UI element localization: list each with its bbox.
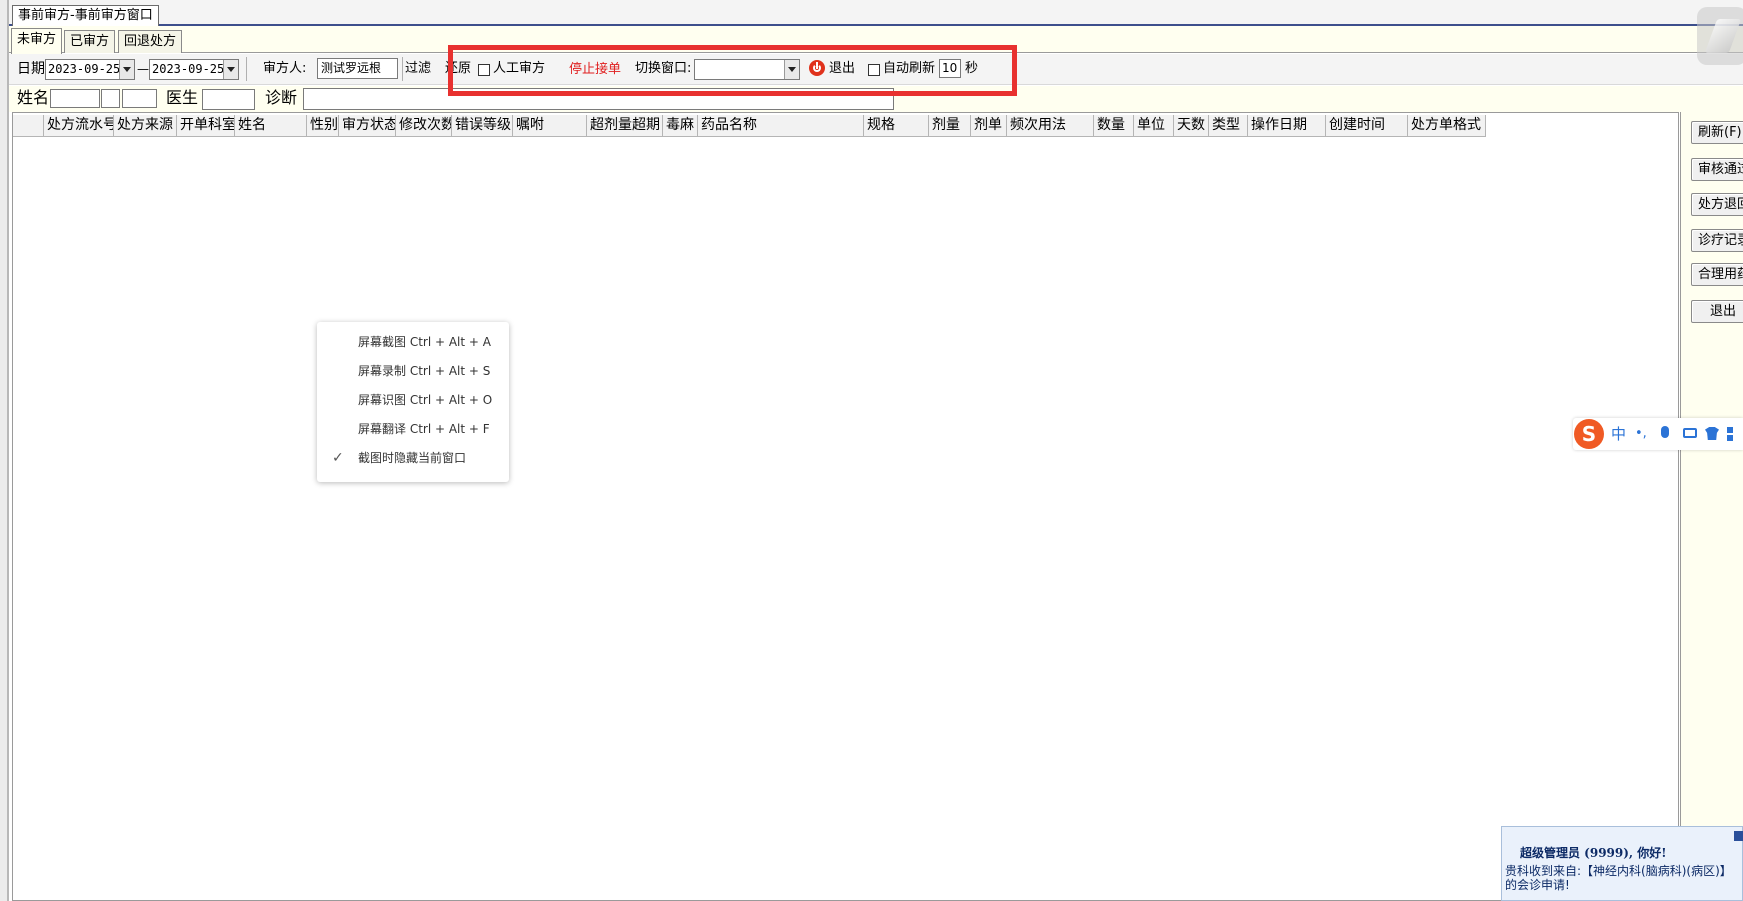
refresh-button[interactable]: 刷新(F) [1691, 121, 1743, 144]
sogou-logo-icon[interactable]: S [1574, 419, 1604, 449]
toolbar-divider [402, 57, 403, 81]
checkmark-icon: ✓ [332, 450, 344, 466]
menu-item-label: 屏幕识图 Ctrl + Alt + O [358, 393, 493, 407]
column-header[interactable]: 姓名 [235, 115, 307, 137]
ime-mode-toggle[interactable]: 中 [1611, 424, 1626, 444]
pen-icon [1704, 19, 1742, 53]
date-separator: — [137, 62, 149, 76]
right-action-panel: 刷新(F) 审核通过 处方退回 诊疗记录 合理用药 退出 [1680, 112, 1743, 901]
column-header[interactable]: 修改次数 [396, 115, 452, 137]
ime-toolbar[interactable]: S 中 •, [1573, 418, 1743, 450]
floating-widget[interactable] [1697, 7, 1743, 65]
menu-item-label: 屏幕翻译 Ctrl + Alt + F [358, 422, 490, 436]
microphone-icon[interactable] [1661, 426, 1669, 438]
date-from-value: 2023-09-25 [48, 62, 121, 76]
name-extra-input-2[interactable] [122, 89, 157, 108]
column-header[interactable]: 药品名称 [698, 115, 864, 137]
chevron-down-icon[interactable] [223, 60, 238, 79]
highlight-box [448, 45, 1017, 96]
reviewer-field[interactable]: 测试罗远根 [317, 58, 398, 79]
toolbox-grid-icon [1727, 435, 1733, 441]
toolbox-grid-icon[interactable] [1727, 427, 1733, 433]
window-left-border [0, 0, 9, 901]
menu-item-screen-ocr[interactable]: 屏幕识图 Ctrl + Alt + O [317, 386, 509, 415]
tab-pending-review[interactable]: 未审方 [11, 28, 63, 54]
chevron-down-icon[interactable] [119, 60, 134, 79]
filter-button[interactable]: 过滤 [405, 60, 431, 78]
notification-message-line2: 的会诊申请! [1505, 878, 1570, 892]
column-header[interactable]: 超剂量超期 [587, 115, 663, 137]
notification-message-line1: 贵科收到来自:【神经内科(脑病科)(病区)】 [1505, 864, 1732, 878]
toolbar-divider [246, 57, 247, 81]
reviewer-label: 审方人: [263, 61, 307, 76]
window-tab[interactable]: 事前审方-事前审方窗口 [12, 5, 159, 26]
date-label: 日期 [17, 61, 45, 77]
date-from-picker[interactable]: 2023-09-25 [45, 59, 135, 80]
menu-item-screenshot[interactable]: 屏幕截图 Ctrl + Alt + A [317, 328, 509, 357]
tab-returned-prescriptions[interactable]: 回退处方 [118, 30, 183, 53]
tab-reviewed[interactable]: 已审方 [64, 30, 116, 53]
column-header[interactable]: 剂量 [929, 115, 971, 137]
column-header[interactable]: 剂单 [971, 115, 1007, 137]
panel-exit-button[interactable]: 退出 [1691, 300, 1743, 323]
menu-item-hide-window[interactable]: ✓ 截图时隐藏当前窗口 [317, 444, 509, 473]
column-header[interactable]: 规格 [864, 115, 929, 137]
menu-item-screen-translate[interactable]: 屏幕翻译 Ctrl + Alt + F [317, 415, 509, 444]
column-header[interactable]: 错误等级 [452, 115, 513, 137]
name-label: 姓名 [17, 88, 50, 107]
return-prescription-button[interactable]: 处方退回 [1691, 193, 1743, 216]
menu-item-screen-record[interactable]: 屏幕录制 Ctrl + Alt + S [317, 357, 509, 386]
menu-item-label: 屏幕录制 Ctrl + Alt + S [358, 364, 491, 378]
minimize-icon[interactable] [1734, 831, 1743, 841]
window-title-strip [9, 0, 1743, 26]
column-header[interactable]: 性别 [307, 115, 339, 137]
column-header[interactable]: 开单科室 [177, 115, 235, 137]
column-header[interactable]: 频次用法 [1007, 115, 1094, 137]
keyboard-icon[interactable] [1683, 428, 1697, 438]
treatment-records-button[interactable]: 诊疗记录 [1691, 229, 1743, 252]
name-input[interactable] [50, 89, 100, 108]
prescription-grid[interactable]: 处方流水号 处方来源 开单科室 姓名 性别 审方状态 修改次数 错误等级 嘱咐 超剂量超期 毒麻 药品… [12, 112, 1679, 901]
notification-greeting: 超级管理员 (9999), 你好! [1520, 846, 1667, 860]
column-header[interactable]: 毒麻 [663, 115, 698, 137]
column-header[interactable]: 操作日期 [1248, 115, 1326, 137]
date-to-value: 2023-09-25 [152, 62, 225, 76]
column-header[interactable]: 处方单格式 [1408, 115, 1486, 137]
column-header[interactable]: 单位 [1134, 115, 1174, 137]
menu-item-label: 截图时隐藏当前窗口 [358, 451, 467, 465]
column-header[interactable]: 数量 [1094, 115, 1134, 137]
menu-item-label: 屏幕截图 Ctrl + Alt + A [358, 335, 491, 349]
approve-button[interactable]: 审核通过 [1691, 158, 1743, 181]
notification-popup[interactable]: 超级管理员 (9999), 你好! 贵科收到来自:【神经内科(脑病科)(病区)】… [1501, 826, 1743, 901]
doctor-input[interactable] [202, 89, 255, 110]
name-extra-input[interactable] [101, 89, 120, 108]
date-to-picker[interactable]: 2023-09-25 [149, 59, 239, 80]
context-menu: 屏幕截图 Ctrl + Alt + A 屏幕录制 Ctrl + Alt + S … [317, 322, 509, 482]
column-header[interactable]: 审方状态 [339, 115, 396, 137]
column-header[interactable]: 处方来源 [114, 115, 177, 137]
rational-drug-use-button[interactable]: 合理用药 [1691, 263, 1743, 286]
column-header[interactable]: 天数 [1174, 115, 1209, 137]
doctor-label: 医生 [166, 88, 199, 107]
column-header[interactable] [13, 115, 44, 137]
column-header[interactable]: 嘱咐 [513, 115, 587, 137]
ime-punctuation-toggle[interactable]: •, [1635, 424, 1647, 444]
skin-shirt-icon[interactable] [1705, 427, 1719, 440]
column-header[interactable]: 类型 [1209, 115, 1248, 137]
column-header[interactable]: 创建时间 [1326, 115, 1408, 137]
diagnosis-label: 诊断 [265, 88, 298, 107]
column-header[interactable]: 处方流水号 [44, 115, 114, 137]
